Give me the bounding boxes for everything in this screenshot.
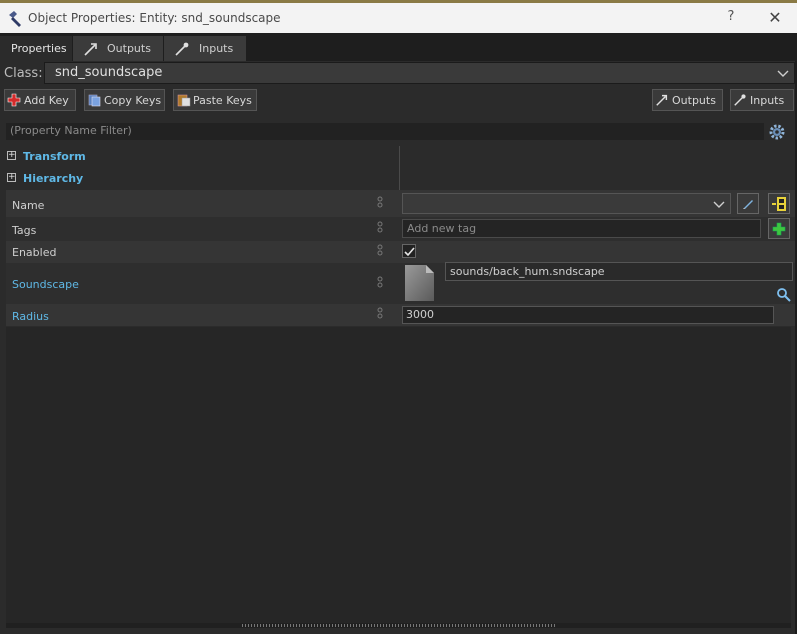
radius-value: 3000 <box>406 308 434 321</box>
class-row: Class: snd_soundscape <box>0 61 797 87</box>
property-label: Tags <box>12 224 37 237</box>
copy-keys-button[interactable]: Copy Keys <box>84 89 165 111</box>
property-label: Soundscape <box>12 278 79 291</box>
tab-inputs[interactable]: Inputs <box>164 36 246 61</box>
name-dropdown[interactable] <box>402 193 731 214</box>
property-list-empty-area <box>6 327 791 623</box>
asset-search-icon[interactable] <box>776 287 792 303</box>
soundscape-value: sounds/back_hum.sndscape <box>450 265 605 278</box>
inputs-arrow-icon <box>175 42 189 56</box>
property-label: Enabled <box>12 246 57 259</box>
outputs-button[interactable]: Outputs <box>652 89 723 111</box>
filter-placeholder: (Property Name Filter) <box>10 124 132 137</box>
class-dropdown[interactable]: snd_soundscape <box>44 62 795 84</box>
pin-icon[interactable] <box>376 244 384 258</box>
pin-icon[interactable] <box>376 221 384 235</box>
radius-input[interactable]: 3000 <box>402 306 774 324</box>
tab-label: Inputs <box>199 42 234 55</box>
inputs-label: Inputs <box>750 94 785 107</box>
help-button[interactable]: ? <box>724 9 738 24</box>
add-key-icon <box>7 93 21 107</box>
section-label: Transform <box>23 150 86 163</box>
paste-keys-label: Paste Keys <box>193 94 252 107</box>
class-label: Class: <box>4 66 43 81</box>
resize-grip[interactable] <box>242 624 556 627</box>
pin-icon[interactable] <box>376 196 384 210</box>
expand-plus-icon[interactable]: + <box>7 173 16 182</box>
entity-picker-button[interactable] <box>768 193 790 214</box>
close-button[interactable]: ✕ <box>765 8 785 28</box>
copy-icon <box>88 94 101 107</box>
file-icon[interactable] <box>404 264 436 302</box>
paste-keys-button[interactable]: Paste Keys <box>173 89 257 111</box>
pin-icon[interactable] <box>376 276 384 290</box>
inputs-arrow-icon <box>734 94 746 106</box>
tab-bar: Properties Outputs Inputs <box>0 33 797 61</box>
tab-label: Outputs <box>107 42 151 55</box>
property-label: Name <box>12 199 45 212</box>
inputs-button[interactable]: Inputs <box>730 89 794 111</box>
outputs-label: Outputs <box>672 94 716 107</box>
tag-input[interactable]: Add new tag <box>402 219 761 238</box>
section-label: Hierarchy <box>23 172 84 185</box>
expand-plus-icon[interactable]: + <box>7 151 16 160</box>
tab-label: Properties <box>11 42 67 55</box>
add-key-button[interactable]: Add Key <box>4 89 76 111</box>
property-row-enabled: Enabled <box>6 241 795 263</box>
outputs-arrow-icon <box>656 94 668 106</box>
enabled-checkbox[interactable] <box>402 244 416 258</box>
edit-name-button[interactable] <box>737 193 759 214</box>
chevron-down-icon <box>777 70 789 77</box>
window-title: Object Properties: Entity: snd_soundscap… <box>28 11 281 25</box>
gear-icon[interactable] <box>767 122 787 142</box>
tab-properties[interactable]: Properties <box>0 36 72 61</box>
property-label: Radius <box>12 310 49 323</box>
tag-placeholder: Add new tag <box>407 222 477 235</box>
hammer-icon <box>9 11 21 27</box>
add-key-label: Add Key <box>24 94 69 107</box>
entity-picker-icon <box>772 197 786 211</box>
paste-icon <box>177 94 191 107</box>
column-divider[interactable] <box>399 146 400 190</box>
copy-keys-label: Copy Keys <box>104 94 162 107</box>
soundscape-input[interactable]: sounds/back_hum.sndscape <box>445 262 793 281</box>
pin-icon[interactable] <box>376 307 384 321</box>
window-titlebar[interactable]: Object Properties: Entity: snd_soundscap… <box>0 3 797 33</box>
pencil-icon <box>743 200 753 209</box>
checkmark-icon <box>404 247 415 257</box>
outputs-arrow-icon <box>84 43 97 56</box>
property-filter-input[interactable]: (Property Name Filter) <box>6 123 764 140</box>
chevron-down-icon <box>713 201 725 208</box>
class-value: snd_soundscape <box>55 65 163 80</box>
tab-outputs[interactable]: Outputs <box>73 36 163 61</box>
add-tag-button[interactable] <box>768 218 790 239</box>
add-tag-icon <box>772 222 786 236</box>
